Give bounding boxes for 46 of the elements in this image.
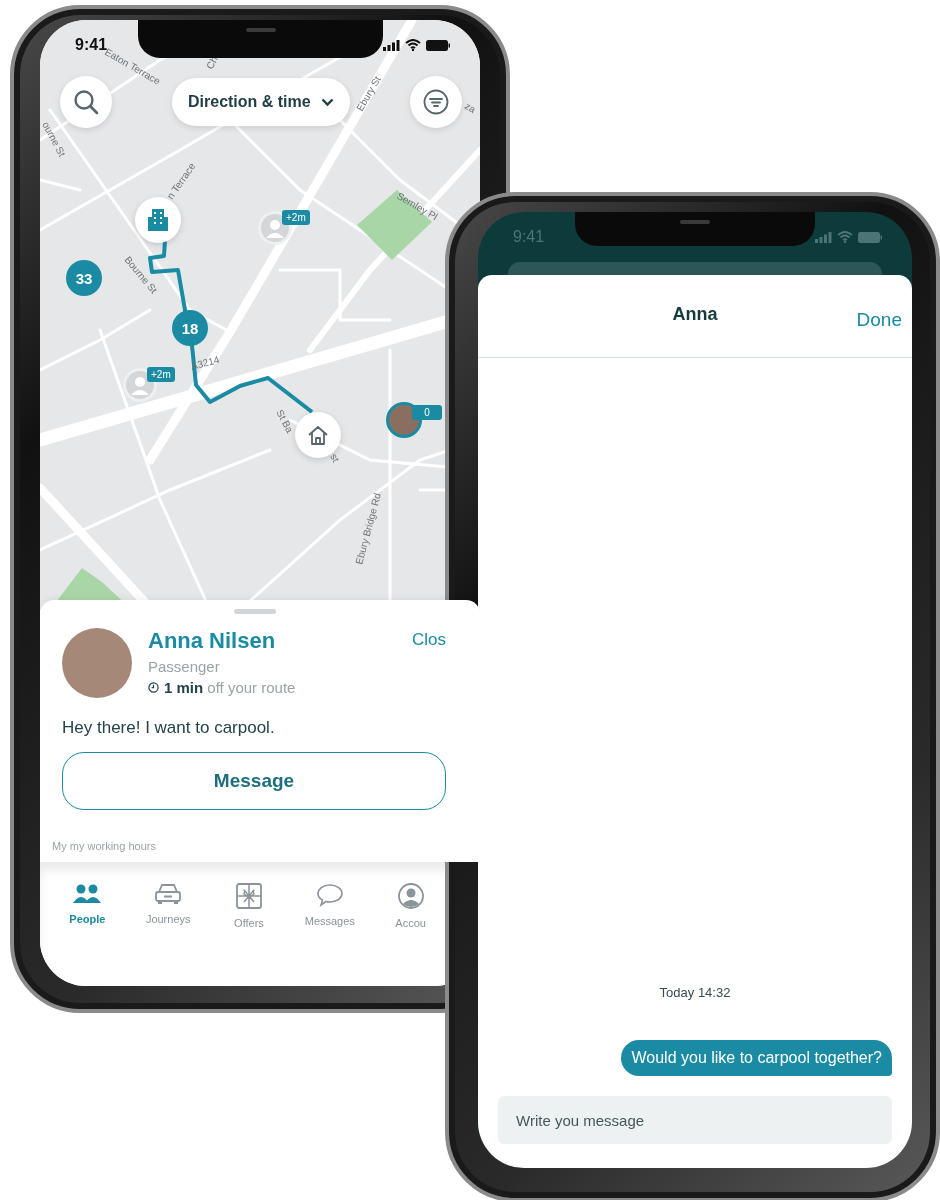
people-icon: [73, 883, 102, 905]
wifi-icon: [405, 39, 421, 51]
close-link[interactable]: Clos: [412, 630, 446, 650]
street-label: za: [463, 100, 478, 115]
message-timestamp: Today 14:32: [659, 985, 731, 1000]
street-label: Ebury Bridge Rd: [353, 491, 383, 566]
wifi-icon: [837, 231, 853, 243]
signal-icon: [815, 231, 832, 243]
account-icon: [397, 883, 424, 909]
gift-icon: [236, 883, 262, 909]
search-icon: [73, 89, 99, 115]
time-badge: +2m: [147, 367, 175, 382]
tab-item[interactable]: Offers: [211, 883, 287, 986]
count-badge: 0: [412, 405, 442, 420]
building-icon: [148, 209, 168, 231]
car-icon: [154, 883, 183, 905]
speech-bubble-icon: [315, 883, 344, 907]
done-link[interactable]: Done: [856, 309, 902, 331]
working-hours-label: My my working hours: [52, 840, 157, 852]
message-button[interactable]: Message: [62, 752, 446, 810]
direction-dropdown[interactable]: Direction & time: [172, 78, 350, 126]
drag-handle[interactable]: [234, 609, 276, 614]
status-time: 9:41: [513, 228, 545, 246]
street-label: A3214: [189, 353, 221, 372]
message-bubble: Would you like to carpool together?: [621, 1040, 892, 1076]
time-badge: +2m: [282, 210, 310, 225]
house-icon: [307, 425, 329, 445]
signal-icon: [383, 39, 400, 51]
tab-item[interactable]: Messages: [292, 883, 368, 986]
chevron-down-icon: [320, 97, 334, 107]
filter-icon: [423, 89, 449, 115]
tab-item[interactable]: People: [50, 883, 125, 986]
profile-message: Hey there! I want to carpool.: [62, 718, 276, 738]
street-label: ourne St: [40, 119, 68, 159]
battery-icon: [858, 231, 882, 243]
street-label: St Ba: [274, 407, 296, 435]
detour-text: 1 min off your route: [164, 679, 296, 696]
tab-item[interactable]: Journeys: [130, 883, 206, 986]
message-input[interactable]: Write you message: [498, 1096, 892, 1144]
clock-icon: [148, 682, 159, 693]
profile-name: Anna Nilsen: [148, 628, 277, 654]
street-label: st: [328, 451, 342, 464]
tab-item[interactable]: Accou: [373, 883, 448, 986]
battery-icon: [426, 39, 450, 51]
profile-role: Passenger: [148, 658, 221, 675]
chat-title: Anna: [672, 303, 718, 325]
